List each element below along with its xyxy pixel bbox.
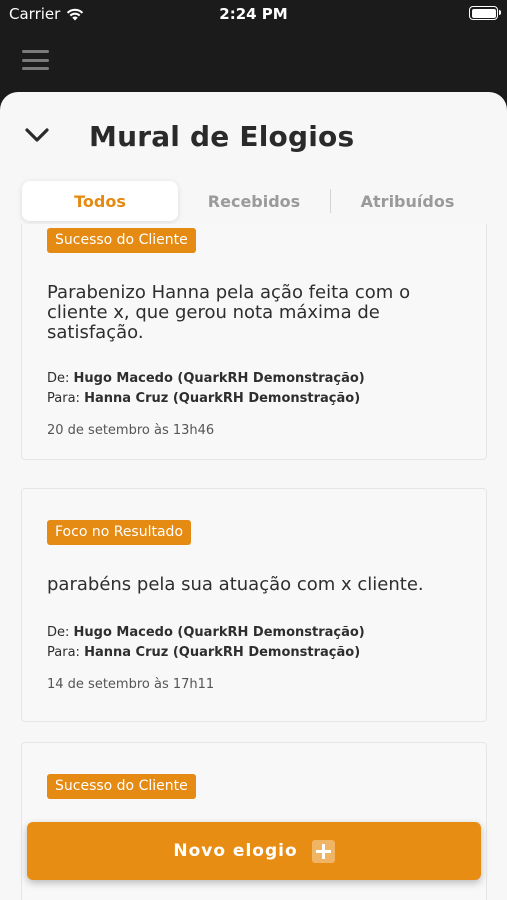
category-badge: Sucesso do Cliente: [47, 228, 196, 253]
praise-message: parabéns pela sua atuação com x cliente.: [47, 574, 424, 595]
new-praise-label: Novo elogio: [173, 841, 298, 861]
praise-date: 20 de setembro às 13h46: [47, 423, 215, 438]
clock: 2:24 PM: [219, 5, 288, 23]
from-name: Hugo Macedo (QuarkRH Demonstração): [73, 371, 365, 386]
to-name: Hanna Cruz (QuarkRH Demonstração): [84, 645, 361, 660]
status-bar: Carrier 2:24 PM: [0, 0, 507, 30]
category-badge: Foco no Resultado: [47, 520, 192, 545]
to-line: Para: Hanna Cruz (QuarkRH Demonstração): [47, 645, 360, 660]
praise-message: Parabenizo Hanna pela ação feita com o c…: [47, 282, 411, 343]
from-label: De:: [47, 371, 70, 386]
praise-card[interactable]: Sucesso do Cliente Parabenizo Hanna pela…: [21, 224, 487, 460]
plus-icon: [311, 839, 335, 863]
to-line: Para: Hanna Cruz (QuarkRH Demonstração): [47, 391, 360, 406]
category-badge: Sucesso do Cliente: [47, 774, 196, 799]
tab-bar: Todos Recebidos Atribuídos: [22, 181, 484, 221]
sheet: Mural de Elogios Todos Recebidos Atribuí…: [0, 92, 507, 900]
menu-icon[interactable]: [22, 50, 49, 70]
from-label: De:: [47, 625, 70, 640]
tab-atribuidos[interactable]: Atribuídos: [331, 181, 484, 221]
from-line: De: Hugo Macedo (QuarkRH Demonstração): [47, 625, 365, 640]
praise-date: 14 de setembro às 17h11: [47, 677, 215, 692]
from-line: De: Hugo Macedo (QuarkRH Demonstração): [47, 371, 365, 386]
page-title: Mural de Elogios: [89, 120, 355, 153]
new-praise-button[interactable]: Novo elogio: [27, 822, 481, 880]
tab-todos[interactable]: Todos: [22, 181, 178, 221]
battery-icon: [469, 6, 501, 20]
to-label: Para:: [47, 391, 80, 406]
to-label: Para:: [47, 645, 80, 660]
feed-list[interactable]: Sucesso do Cliente Parabenizo Hanna pela…: [0, 224, 507, 900]
praise-card[interactable]: Foco no Resultado parabéns pela sua atua…: [21, 488, 487, 722]
tab-recebidos[interactable]: Recebidos: [178, 181, 330, 221]
from-name: Hugo Macedo (QuarkRH Demonstração): [73, 625, 365, 640]
chevron-down-icon[interactable]: [24, 126, 50, 144]
to-name: Hanna Cruz (QuarkRH Demonstração): [84, 391, 361, 406]
